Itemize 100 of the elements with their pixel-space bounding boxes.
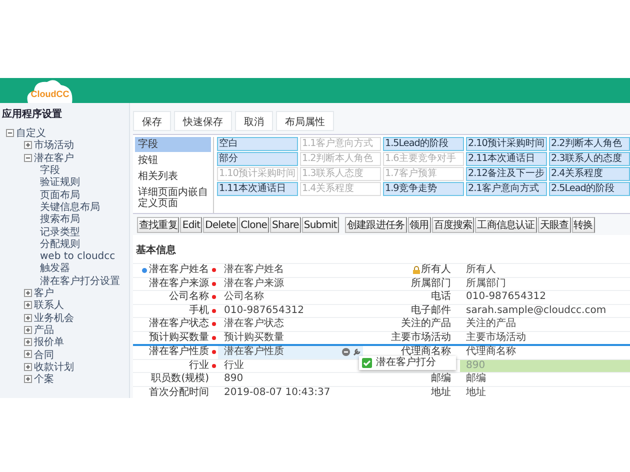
field-label: 潜在客户状态 xyxy=(149,318,209,330)
sidebar-item[interactable]: 记录类型 xyxy=(40,224,80,239)
field-value: 关注的产品 xyxy=(466,318,516,330)
field-value: 潜在客户来源 xyxy=(224,278,284,290)
action-button[interactable]: 领用 xyxy=(408,217,431,233)
field-value: 010-987654312 xyxy=(224,304,304,317)
action-button[interactable]: 工商信息认证 xyxy=(475,217,537,233)
action-button[interactable]: Delete xyxy=(203,217,238,233)
form-row[interactable]: 预计购买数量 预计购买数量 主要市场活动 主要市场活动 xyxy=(133,330,630,344)
expand-icon[interactable] xyxy=(24,289,32,297)
expand-icon[interactable] xyxy=(24,326,32,334)
field-label: 主要市场活动 xyxy=(391,332,451,344)
palette-field[interactable]: 2.10预计采购时间 xyxy=(466,137,547,151)
palette-category[interactable]: 详细页面内嵌自定义页面 xyxy=(135,185,211,211)
field-label: 公司名称 xyxy=(169,291,209,304)
palette-field[interactable]: 1.11本次通话日 xyxy=(217,182,298,196)
form-row[interactable]: 手机 010-987654312 电子邮件 sarah.sample@cloudcc.com xyxy=(133,304,630,317)
form-row[interactable]: 首次分配时间 2019-08-07 10:43:37 地址 地址 xyxy=(133,386,630,398)
field-value: 所属部门 xyxy=(466,278,506,290)
collapse-icon[interactable] xyxy=(6,129,14,138)
remove-icon[interactable] xyxy=(342,348,350,356)
expand-icon[interactable] xyxy=(24,141,32,150)
check-icon xyxy=(362,358,372,368)
field-label: 所属部门 xyxy=(411,278,451,290)
expand-icon[interactable] xyxy=(24,362,32,371)
palette-field[interactable]: 空白 xyxy=(217,137,298,151)
form-row[interactable]: 行业 行业 潜在客户打分 890 xyxy=(133,358,630,372)
field-label: 电话 xyxy=(431,291,451,304)
field-value: 主要市场活动 xyxy=(466,332,526,344)
action-button[interactable]: 百度搜索 xyxy=(432,217,474,233)
action-button[interactable]: 查找重复 xyxy=(137,217,180,233)
form-row[interactable]: 公司名称 公司名称 电话 010-987654312 xyxy=(133,290,630,304)
palette-field[interactable]: 2.2判断本人角色 xyxy=(549,137,630,151)
action-button[interactable]: 创建跟进任务 xyxy=(344,217,407,233)
sidebar-item[interactable]: 收款计划 xyxy=(34,360,74,374)
palette-category[interactable]: 相关列表 xyxy=(135,169,211,184)
sidebar-item[interactable]: 客户 xyxy=(34,286,54,300)
drag-label: 潜在客户打分 xyxy=(376,356,436,368)
field-value: 所有人 xyxy=(466,264,496,276)
palette-category[interactable]: 按钮 xyxy=(135,153,211,168)
sidebar-item[interactable]: 报价单 xyxy=(34,335,64,350)
expand-icon[interactable] xyxy=(24,375,32,384)
expand-icon[interactable] xyxy=(24,350,32,358)
dot-icon xyxy=(142,268,147,273)
sidebar-item[interactable]: 自定义 xyxy=(16,126,46,140)
palette-field[interactable]: 部分 xyxy=(217,152,298,166)
sidebar-item[interactable]: 字段 xyxy=(40,163,60,178)
sidebar-item[interactable]: 验证规则 xyxy=(40,175,80,190)
sidebar-item[interactable]: 产品 xyxy=(34,322,54,337)
field-value: 2019-08-07 10:43:37 xyxy=(224,386,330,398)
collapse-icon[interactable] xyxy=(24,154,32,162)
field-label: 地址 xyxy=(431,386,451,398)
palette-field[interactable]: 2.3联系人的态度 xyxy=(549,152,630,166)
palette-field[interactable]: 2.5Lead的阶段 xyxy=(549,182,630,196)
palette-field[interactable]: 2.12备注及下一步 xyxy=(466,167,547,181)
sidebar-item[interactable]: 联系人 xyxy=(34,298,64,312)
action-button[interactable]: Share xyxy=(270,217,301,233)
palette-field[interactable]: 2.1客户意向方式 xyxy=(466,182,547,196)
palette-field[interactable]: 2.4关系程度 xyxy=(549,167,630,181)
sidebar-item[interactable]: 页面布局 xyxy=(40,188,80,202)
section-title: 基本信息 xyxy=(133,235,630,263)
wrench-icon[interactable] xyxy=(353,348,361,356)
expand-icon[interactable] xyxy=(24,314,32,322)
sidebar-item[interactable]: 市场活动 xyxy=(34,138,74,152)
toolbar-button[interactable]: 布局属性 xyxy=(276,111,334,131)
sidebar-item[interactable]: 个案 xyxy=(34,372,54,386)
expand-icon[interactable] xyxy=(24,338,32,346)
drag-tooltip[interactable]: 潜在客户打分 xyxy=(359,356,456,370)
palette-field[interactable]: 1.5Lead的阶段 xyxy=(383,137,464,151)
sidebar-item[interactable]: 合同 xyxy=(34,348,54,362)
field-label: 关注的产品 xyxy=(401,318,451,330)
action-button[interactable]: 天眼查 xyxy=(538,217,571,233)
form-row[interactable]: 潜在客户状态 潜在客户状态 关注的产品 关注的产品 xyxy=(133,317,630,330)
sidebar-item[interactable]: 业务机会 xyxy=(34,310,74,325)
palette-field[interactable]: 2.11本次通话日 xyxy=(466,152,547,166)
field-value: 行业 xyxy=(224,360,244,372)
toolbar-button[interactable]: 取消 xyxy=(235,111,273,131)
sidebar-item[interactable]: 分配规则 xyxy=(40,236,80,251)
sidebar-item[interactable]: 潜在客户 xyxy=(34,150,74,165)
palette-field[interactable]: 1.9竞争走势 xyxy=(383,182,464,196)
form-row[interactable]: 潜在客户来源 潜在客户来源 所属部门 所属部门 xyxy=(133,276,630,290)
expand-icon[interactable] xyxy=(24,301,32,310)
field-value: 潜在客户状态 xyxy=(224,318,284,330)
sidebar-item[interactable]: 潜在客户打分设置 xyxy=(40,274,120,288)
action-button[interactable]: 转换 xyxy=(572,217,595,233)
toolbar-button[interactable]: 快速保存 xyxy=(174,111,232,131)
field-value: 公司名称 xyxy=(224,291,264,304)
sidebar-item[interactable]: 触发器 xyxy=(40,261,70,276)
form-row[interactable]: 潜在客户姓名 潜在客户姓名 所有人 所有人 xyxy=(133,263,630,276)
form-row[interactable]: 职员数(规模) 890 邮编 邮编 xyxy=(133,372,630,386)
action-button[interactable]: Edit xyxy=(180,217,202,233)
sidebar-item[interactable]: web to cloudcc xyxy=(40,250,116,262)
field-label: 首次分配时间 xyxy=(149,386,209,398)
action-button[interactable]: Submit xyxy=(302,217,339,233)
action-button[interactable]: Clone xyxy=(238,217,270,233)
palette-category[interactable]: 字段 xyxy=(135,137,211,152)
sidebar-item[interactable]: 搜索布局 xyxy=(40,212,80,226)
field-label: 潜在客户性质 xyxy=(149,346,209,358)
toolbar-button[interactable]: 保存 xyxy=(133,111,171,131)
sidebar-item[interactable]: 关键信息布局 xyxy=(40,200,100,214)
